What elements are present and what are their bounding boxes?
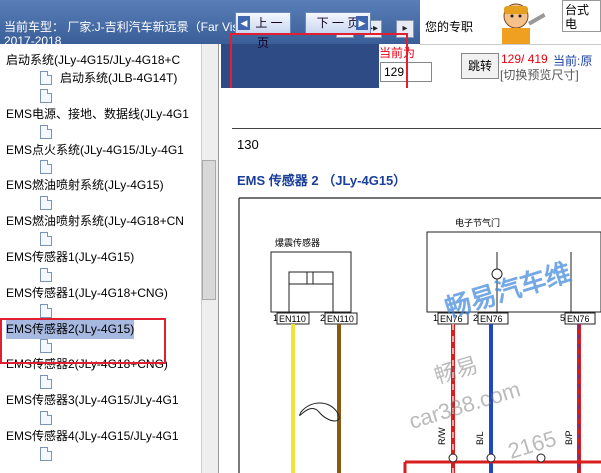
- tree-folder[interactable]: EMS传感器4(JLy-4G15/JLy-4G1: [6, 426, 179, 446]
- tree-folder[interactable]: EMS燃油喷射系统(JLy-4G18+CN: [6, 211, 184, 231]
- tree-folder[interactable]: EMS传感器1(JLy-4G18+CNG): [6, 283, 168, 303]
- prev-page-button[interactable]: ◀ 上 一 页: [235, 12, 291, 50]
- page-number: 130: [237, 137, 259, 152]
- knock-sensor-label: 爆震传感器: [275, 237, 320, 248]
- switch-preview-size-link[interactable]: [切换预览尺寸]: [500, 66, 579, 83]
- diagram-title: EMS 传感器 2 （JLy-4G15）: [237, 173, 407, 188]
- tree-folder[interactable]: EMS传感器3(JLy-4G15/JLy-4G1: [6, 390, 179, 410]
- wire-label: R/W: [437, 427, 447, 445]
- jump-button[interactable]: 跳转: [461, 53, 499, 79]
- mechanic-icon: [502, 3, 546, 44]
- sidebar-tree: 启动系统(JLy-4G15/JLy-4G18+C 启动系统(JLB-4G14T) E…: [0, 44, 219, 473]
- wire-label: B/P: [564, 430, 574, 445]
- document-icon: [40, 196, 52, 211]
- scrollbar-thumb[interactable]: [202, 160, 216, 300]
- page-count: 129/ 419: [501, 52, 548, 66]
- document-icon: [40, 88, 52, 103]
- document-icon: [40, 446, 52, 461]
- tree-document[interactable]: 启动系统(JLB-4G14T): [40, 68, 177, 88]
- tree-folder[interactable]: EMS点火系统(JLy-4G15/JLy-4G1: [6, 140, 184, 160]
- ad-text: 您的专职: [425, 20, 474, 34]
- highlight-box-sidebar: [0, 318, 166, 364]
- vehicle-title: 当前车型： 厂家:J-吉利汽车新远景（Far Vision）: [4, 20, 267, 34]
- pin-label: 2: [320, 313, 325, 323]
- pin-label: 5: [560, 313, 565, 323]
- tree-folder[interactable]: EMS电源、接地、数据线(JLy-4G1: [6, 104, 189, 124]
- right-arrow-icon: ▶: [356, 16, 368, 30]
- pin-label: 1: [433, 313, 438, 323]
- document-icon: [40, 411, 52, 425]
- page-divider: [232, 128, 601, 129]
- connector-label: EN76: [480, 314, 503, 324]
- left-arrow-icon: ◀: [238, 16, 250, 30]
- throttle-label: 电子节气门: [455, 217, 500, 228]
- tree-folder[interactable]: EMS燃油喷射系统(JLy-4G15): [6, 175, 164, 195]
- document-icon: [40, 232, 52, 246]
- tree-folder[interactable]: EMS传感器1(JLy-4G15): [6, 247, 134, 267]
- document-icon: [40, 160, 52, 175]
- document-icon: [40, 303, 52, 318]
- next-page-button[interactable]: 下 一 页 ▶: [305, 12, 371, 34]
- connector-label: EN110: [327, 314, 354, 324]
- document-icon: [40, 70, 52, 85]
- document-icon: [40, 375, 52, 390]
- ad-box[interactable]: 台式电: [562, 0, 601, 32]
- wire-label: B/L: [475, 431, 485, 445]
- document-icon: [40, 124, 52, 139]
- connector-label: EN76: [567, 314, 590, 324]
- connector-label: EN110: [279, 314, 306, 324]
- highlight-box-nav: [230, 33, 408, 90]
- tree-item-label: 启动系统(JLB-4G14T): [60, 70, 178, 85]
- document-icon: [40, 267, 52, 282]
